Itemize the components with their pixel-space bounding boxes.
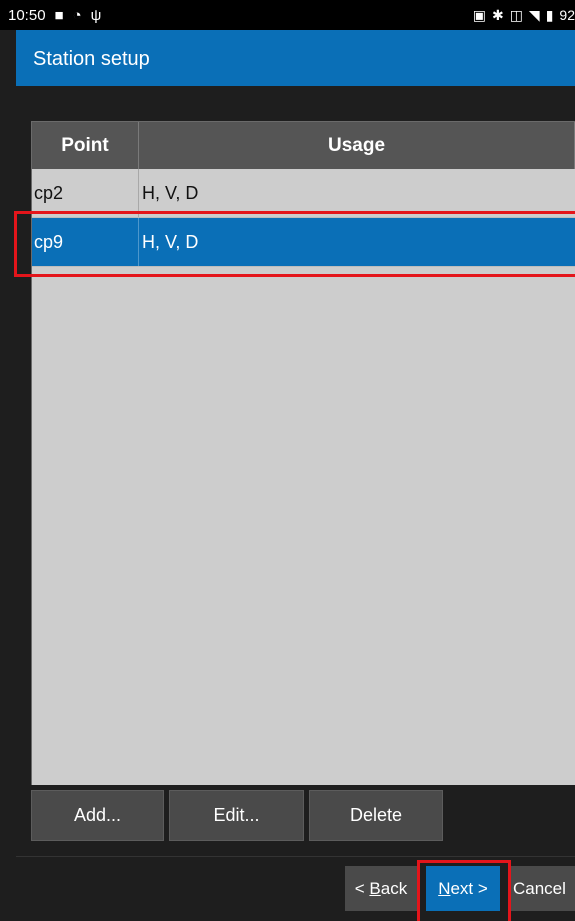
back-rest: ack (380, 878, 408, 898)
cell-point: cp9 (32, 218, 139, 266)
back-key: B (369, 878, 381, 898)
column-header-usage[interactable]: Usage (139, 122, 575, 169)
back-button[interactable]: < Back (345, 866, 417, 911)
column-header-point[interactable]: Point (32, 122, 139, 169)
title-bar: Station setup (16, 30, 575, 95)
video-icon: ■ (54, 6, 64, 24)
add-button[interactable]: Add... (31, 790, 164, 841)
cell-usage: H, V, D (142, 231, 199, 252)
divider (16, 856, 575, 857)
wifi-icon: ◥ (528, 6, 540, 23)
cell-usage: H, V, D (142, 182, 199, 203)
next-rest: ext > (450, 878, 488, 898)
cancel-button[interactable]: Cancel (509, 866, 575, 911)
next-button[interactable]: Next > (426, 866, 500, 911)
bluetooth-icon: ✱ (491, 6, 504, 23)
edit-button[interactable]: Edit... (169, 790, 304, 841)
points-table: Point Usage cp2 H, V, D cp9 H, V, D (31, 121, 575, 785)
battery-icon: ▮ (545, 6, 554, 23)
vibrate-icon: ◫ (509, 6, 523, 23)
table-row-selected[interactable]: cp9 H, V, D (32, 218, 575, 267)
battery-percent: 92 (559, 7, 575, 23)
delete-button[interactable]: Delete (309, 790, 443, 841)
next-key: N (438, 878, 451, 898)
cast-icon: ▣ (472, 6, 486, 23)
page-title: Station setup (33, 48, 150, 70)
usb-icon: ψ (90, 6, 102, 24)
table-header: Point Usage (32, 122, 575, 169)
cell-point: cp2 (32, 169, 139, 217)
back-prefix: < (354, 878, 370, 898)
wifi-weak-icon: ◔ (72, 6, 82, 24)
table-row[interactable]: cp2 H, V, D (32, 169, 575, 218)
status-bar: 10:50 ■ ◔ ψ ▣ ✱ ◫ ◥ ▮ 92 (0, 0, 575, 30)
status-time: 10:50 (8, 6, 46, 24)
